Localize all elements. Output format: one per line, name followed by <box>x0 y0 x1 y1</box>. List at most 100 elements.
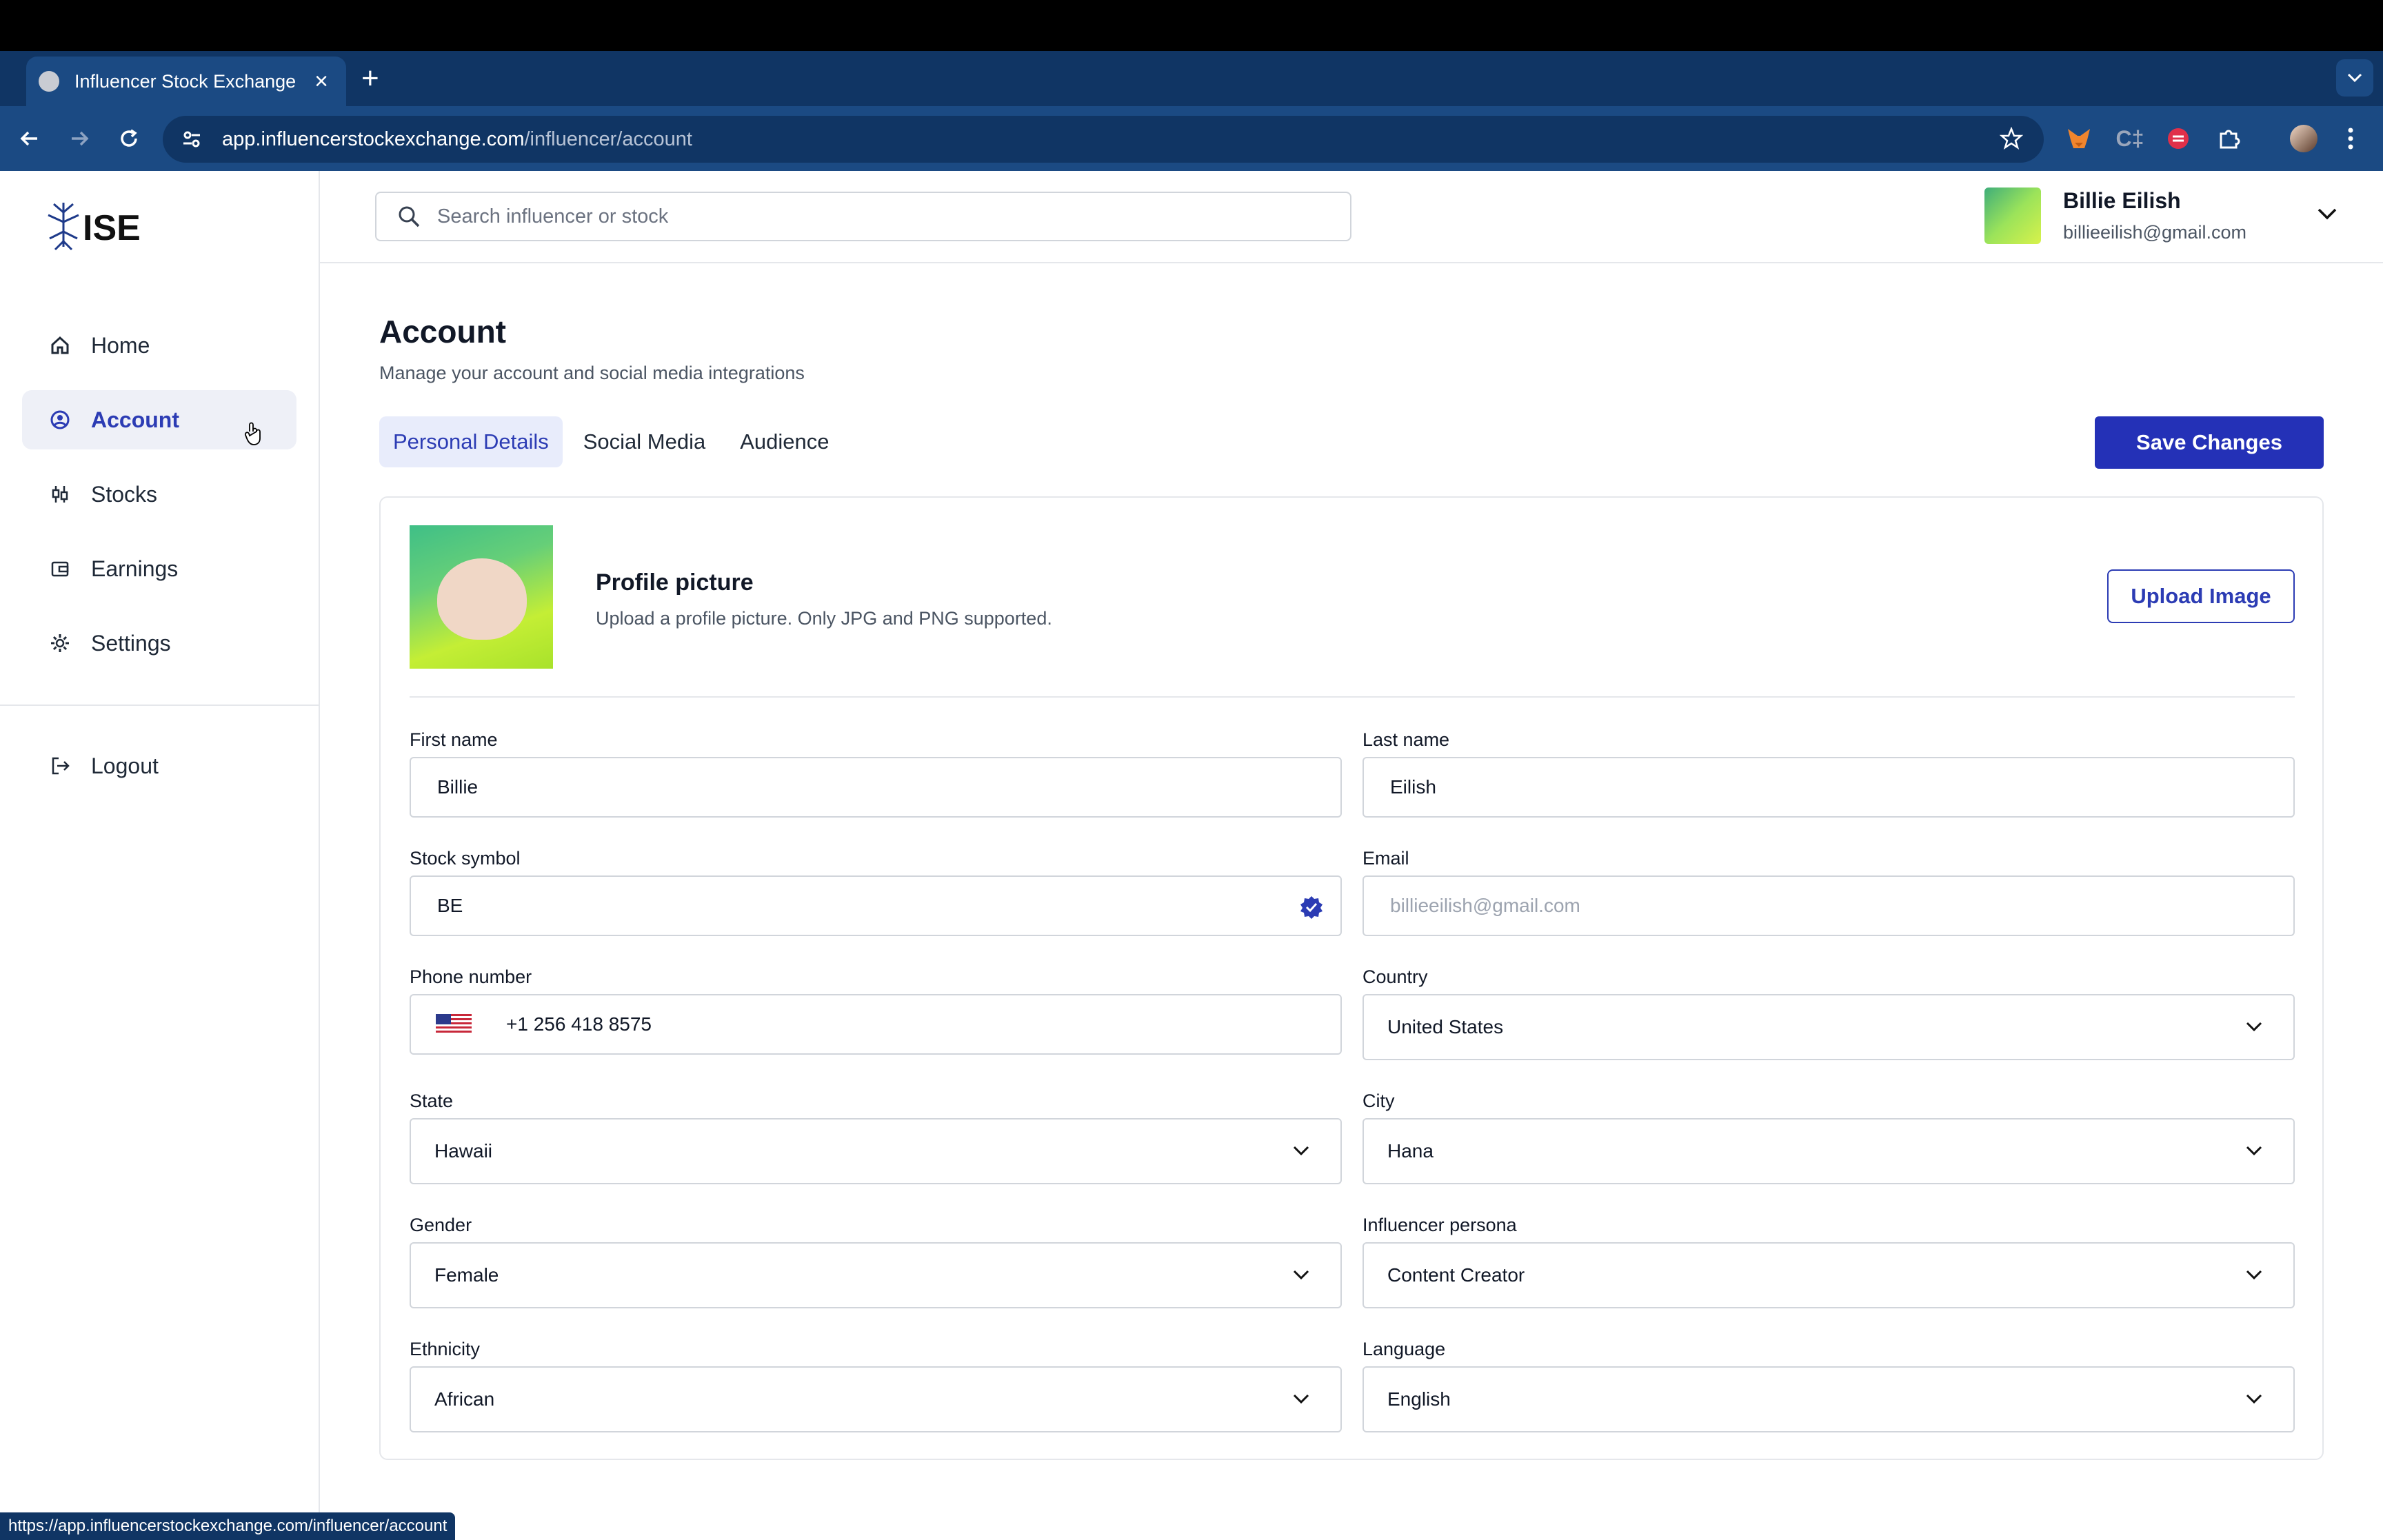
state-value: Hawaii <box>434 1140 493 1162</box>
country-field: Country United States <box>1363 966 2295 1060</box>
tab-personal-details[interactable]: Personal Details <box>379 416 563 467</box>
email-field: Email billieeilish@gmail.com <box>1363 848 2295 936</box>
reload-icon[interactable] <box>113 123 145 154</box>
chevron-down-icon <box>2246 1146 2262 1156</box>
profile-avatar-icon[interactable] <box>2288 123 2320 154</box>
persona-select[interactable]: Content Creator <box>1363 1242 2295 1308</box>
sidebar-item-earnings[interactable]: Earnings <box>22 539 296 598</box>
country-select[interactable]: United States <box>1363 994 2295 1060</box>
sidebar-item-label: Settings <box>91 630 171 656</box>
tab-search-button[interactable] <box>2336 59 2373 97</box>
email-input[interactable]: billieeilish@gmail.com <box>1363 875 2295 936</box>
city-select[interactable]: Hana <box>1363 1118 2295 1184</box>
site-info-icon[interactable] <box>171 129 212 150</box>
extensions-puzzle-icon[interactable] <box>2213 123 2245 154</box>
save-changes-button[interactable]: Save Changes <box>2095 416 2324 469</box>
sidebar-item-label: Earnings <box>91 556 179 581</box>
url-text: app.influencerstockexchange.com/influenc… <box>222 128 692 151</box>
language-label: Language <box>1363 1339 1446 1359</box>
account-tabs: Personal Details Social Media Audience <box>379 416 849 467</box>
language-value: English <box>1387 1388 1451 1410</box>
user-name: Billie Eilish <box>2063 188 2181 213</box>
profile-picture-title: Profile picture <box>596 569 754 596</box>
profile-picture <box>410 525 553 669</box>
tab-audience[interactable]: Audience <box>726 416 843 467</box>
first-name-input[interactable]: Billie <box>410 757 1342 818</box>
sidebar-item-label: Account <box>91 407 179 432</box>
stock-symbol-value: BE <box>437 895 463 916</box>
sidebar-item-label: Home <box>91 332 150 358</box>
ise-logo[interactable]: ISE <box>44 199 168 256</box>
first-name-label: First name <box>410 729 498 750</box>
first-name-field: First name Billie <box>410 729 1342 818</box>
tab-social-media[interactable]: Social Media <box>570 416 719 467</box>
chevron-down-icon[interactable] <box>2317 207 2337 221</box>
last-name-input[interactable]: Eilish <box>1363 757 2295 818</box>
mouse-pointer-icon <box>244 422 265 450</box>
back-icon[interactable] <box>14 123 46 154</box>
candlestick-icon <box>52 486 68 503</box>
persona-field: Influencer persona Content Creator <box>1363 1215 2295 1308</box>
city-value: Hana <box>1387 1140 1434 1162</box>
svg-text:ISE: ISE <box>83 208 141 248</box>
wallet-icon <box>51 561 69 577</box>
user-email: billieeilish@gmail.com <box>2063 222 2246 243</box>
chevron-down-icon <box>2246 1270 2262 1280</box>
personal-details-card: Profile picture Upload a profile picture… <box>379 496 2324 1460</box>
forward-icon[interactable] <box>63 123 95 154</box>
search-input[interactable] <box>437 205 1265 228</box>
logout-button[interactable]: Logout <box>22 736 296 796</box>
upload-image-button[interactable]: Upload Image <box>2107 569 2295 623</box>
phone-label: Phone number <box>410 966 532 987</box>
language-select[interactable]: English <box>1363 1366 2295 1432</box>
gender-field: Gender Female <box>410 1215 1342 1308</box>
page-title: Account <box>379 314 506 349</box>
home-icon <box>51 336 69 354</box>
ethnicity-select[interactable]: African <box>410 1366 1342 1432</box>
metamask-extension-icon[interactable] <box>2063 123 2095 154</box>
ethnicity-field: Ethnicity African <box>410 1339 1342 1432</box>
chevron-down-icon <box>1293 1146 1309 1156</box>
verified-badge-icon <box>1300 896 1323 919</box>
sidebar-item-label: Stocks <box>91 481 158 507</box>
page-subtitle: Manage your account and social media int… <box>379 363 805 383</box>
chevron-down-icon <box>2246 1022 2262 1032</box>
user-circle-icon <box>50 410 70 429</box>
extension-red-icon[interactable] <box>2162 123 2194 154</box>
phone-input[interactable]: +1 256 418 8575 <box>410 994 1342 1055</box>
extension-c-icon[interactable]: C‡ <box>2114 123 2146 154</box>
stock-symbol-input[interactable]: BE <box>410 875 1342 936</box>
email-label: Email <box>1363 848 1409 869</box>
state-select[interactable]: Hawaii <box>410 1118 1342 1184</box>
bookmark-star-icon[interactable] <box>1999 126 2024 154</box>
browser-tab-strip: Influencer Stock Exchange × + <box>0 51 2383 106</box>
tab-title: Influencer Stock Exchange <box>74 70 296 92</box>
sidebar-item-settings[interactable]: Settings <box>22 614 296 673</box>
phone-field: Phone number +1 256 418 8575 <box>410 966 1342 1055</box>
window-top-bar <box>0 0 2383 51</box>
close-tab-icon[interactable]: × <box>309 68 334 95</box>
search-icon <box>399 206 420 227</box>
browser-tab[interactable]: Influencer Stock Exchange × <box>26 57 346 106</box>
gender-label: Gender <box>410 1215 472 1235</box>
logout-icon <box>52 757 70 775</box>
sidebar-item-home[interactable]: Home <box>22 316 296 375</box>
state-label: State <box>410 1091 454 1111</box>
city-field: City Hana <box>1363 1091 2295 1184</box>
address-bar[interactable]: app.influencerstockexchange.com/influenc… <box>163 116 2044 163</box>
profile-picture-hint: Upload a profile picture. Only JPG and P… <box>596 608 1052 629</box>
search-box[interactable] <box>375 192 1351 241</box>
top-header: Billie Eilish billieeilish@gmail.com <box>320 171 2383 263</box>
last-name-label: Last name <box>1363 729 1450 750</box>
chevron-down-icon <box>2246 1394 2262 1404</box>
sidebar-item-stocks[interactable]: Stocks <box>22 465 296 524</box>
url-domain: app.influencerstockexchange.com <box>222 128 525 150</box>
gender-select[interactable]: Female <box>410 1242 1342 1308</box>
browser-menu-icon[interactable] <box>2335 123 2366 154</box>
new-tab-button[interactable]: + <box>361 63 379 94</box>
language-field: Language English <box>1363 1339 2295 1432</box>
avatar <box>1984 188 2041 244</box>
us-flag-icon[interactable] <box>436 1014 472 1035</box>
url-path: /influencer/account <box>524 128 692 150</box>
user-menu[interactable]: Billie Eilish billieeilish@gmail.com <box>1984 188 2337 244</box>
